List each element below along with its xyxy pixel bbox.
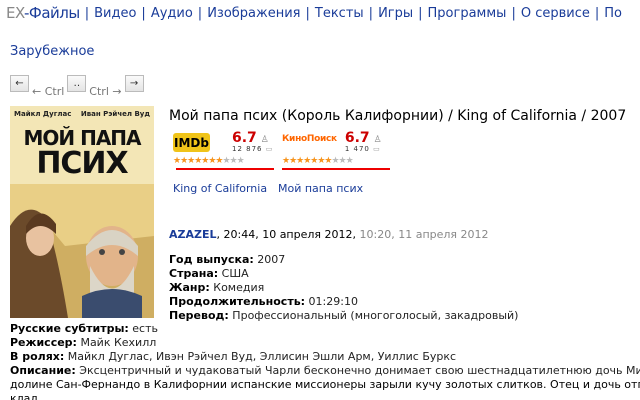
post-meta: AZAZEL, 20:44, 10 апреля 2012, 10:20, 11… (169, 228, 489, 241)
site-logo[interactable]: EX-Файлы (6, 4, 80, 22)
alt-title-link-ru[interactable]: Мой папа псих (278, 182, 363, 195)
imdb-logo: IMDb (173, 133, 210, 152)
info-value: Майк Кехилл (76, 336, 157, 349)
nav-separator: | (141, 5, 146, 21)
imdb-rating-block[interactable]: IMDb 6.7 ♙ 12 876 ▭ (173, 131, 273, 153)
logo-prefix: EX (6, 4, 25, 22)
info-label: Режиссер: (10, 336, 77, 349)
up-icon[interactable]: ‥ (67, 75, 87, 92)
detail-label: Перевод: (169, 309, 229, 322)
detail-label: Страна: (169, 267, 219, 280)
info-value: Майкл Дуглас, Ивэн Рэйчел Вуд, Эллисин Э… (64, 350, 457, 363)
kinopoisk-rating-block[interactable]: КиноПоиск 6.7 ♙ 1 470 ▭ (282, 131, 382, 153)
info-label: Русские субтитры: (10, 322, 129, 335)
detail-year: Год выпуска: 2007 (169, 253, 285, 266)
detail-label: Год выпуска: (169, 253, 254, 266)
imdb-underline (176, 168, 274, 170)
info-label: Описание: (10, 364, 76, 377)
kinopoisk-votes: 1 470 ▭ (345, 145, 382, 153)
comment-icon: ▭ (373, 145, 381, 153)
person-icon: ♙ (373, 135, 382, 145)
nav-texts[interactable]: Тексты (315, 6, 364, 21)
nav-separator: | (305, 5, 310, 21)
post-author-link[interactable]: AZAZEL (169, 228, 217, 241)
imdb-votes: 12 876 ▭ (232, 145, 273, 153)
kinopoisk-logo: КиноПоиск (282, 134, 337, 144)
detail-label: Продолжительность: (169, 295, 306, 308)
stars-filled: ★★★★★★★ (173, 156, 223, 166)
pager: ← ← Ctrl ‥ Ctrl → → (10, 75, 144, 98)
description-line-3: клад (10, 392, 39, 400)
poster-title-line2: ПСИХ (36, 146, 128, 181)
info-subtitles: Русские субтитры: есть (10, 322, 158, 335)
top-nav: EX-Файлы | Видео | Аудио | Изображения |… (0, 0, 640, 26)
prev-arrow-icon[interactable]: ← (10, 75, 29, 92)
movie-poster[interactable]: Майкл Дуглас Иван Рэйчел Вуд МОЙ ПАПА ПС… (10, 106, 154, 318)
info-description: Описание: Эксцентричный и чудаковатый Ча… (10, 364, 640, 377)
detail-value: 2007 (253, 253, 286, 266)
imdb-votes-count: 12 876 (232, 145, 263, 153)
nav-search[interactable]: По (604, 6, 622, 21)
poster-actor-left: Майкл Дуглас (14, 110, 72, 118)
kinopoisk-votes-count: 1 470 (344, 145, 370, 153)
nav-games[interactable]: Игры (378, 6, 413, 21)
nav-separator: | (511, 5, 516, 21)
kinopoisk-rating-values: 6.7 ♙ 1 470 ▭ (345, 131, 382, 153)
description-line-2: долине Сан-Фернандо в Калифорнии испанск… (10, 378, 640, 391)
imdb-rating-values: 6.7 ♙ 12 876 ▭ (232, 131, 273, 153)
kinopoisk-rating: 6.7 (344, 130, 370, 146)
page-title: Мой папа псих (Король Калифорнии) / King… (169, 108, 627, 124)
breadcrumb-category[interactable]: Зарубежное (10, 44, 94, 59)
stars-empty: ★★★ (331, 156, 353, 166)
detail-duration: Продолжительность: 01:29:10 (169, 295, 358, 308)
detail-value: Профессиональный (многоголосый, закадров… (228, 309, 519, 322)
kinopoisk-underline (282, 168, 390, 170)
nav-separator: | (368, 5, 374, 21)
info-value: есть (128, 322, 158, 335)
info-value: Эксцентричный и чудаковатый Чарли бескон… (75, 364, 640, 377)
stars-empty: ★★★ (222, 156, 244, 166)
poster-actors: Майкл Дуглас Иван Рэйчел Вуд (14, 110, 150, 118)
detail-genre: Жанр: Комедия (169, 281, 264, 294)
next-arrow-icon[interactable]: → (124, 75, 144, 92)
nav-programs[interactable]: Программы (428, 6, 507, 21)
info-director: Режиссер: Майк Кехилл (10, 336, 156, 349)
detail-label: Жанр: (169, 281, 210, 294)
person-icon: ♙ (260, 135, 269, 145)
post-created: , 20:44, 10 апреля 2012, (216, 228, 357, 241)
nav-separator: | (594, 5, 600, 21)
prev-ctrl-label: ← Ctrl (32, 85, 65, 98)
info-cast: В ролях: Майкл Дуглас, Ивэн Рэйчел Вуд, … (10, 350, 456, 363)
imdb-rating: 6.7 (232, 130, 257, 146)
nav-separator: | (84, 5, 90, 21)
nav-images[interactable]: Изображения (207, 6, 300, 21)
nav-about[interactable]: О сервисе (521, 6, 590, 21)
detail-translation: Перевод: Профессиональный (многоголосый,… (169, 309, 518, 322)
detail-value: 01:29:10 (305, 295, 358, 308)
alt-title-link-en[interactable]: King of California (173, 182, 267, 195)
detail-country: Страна: США (169, 267, 249, 280)
nav-separator: | (197, 5, 203, 21)
detail-value: Комедия (209, 281, 265, 294)
poster-actor-right: Иван Рэйчел Вуд (80, 110, 150, 118)
detail-value: США (218, 267, 249, 280)
comment-icon: ▭ (265, 145, 274, 153)
stars-filled: ★★★★★★★ (282, 156, 332, 166)
next-ctrl-label: Ctrl → (89, 85, 122, 98)
logo-suffix: -Файлы (24, 4, 80, 22)
nav-video[interactable]: Видео (94, 6, 136, 21)
info-label: В ролях: (10, 350, 65, 363)
nav-audio[interactable]: Аудио (151, 6, 193, 21)
imdb-stars: ★★★★★★★★★★ (173, 156, 245, 166)
kinopoisk-stars: ★★★★★★★★★★ (282, 156, 354, 166)
post-updated: 10:20, 11 апреля 2012 (356, 228, 489, 241)
nav-separator: | (418, 5, 423, 21)
